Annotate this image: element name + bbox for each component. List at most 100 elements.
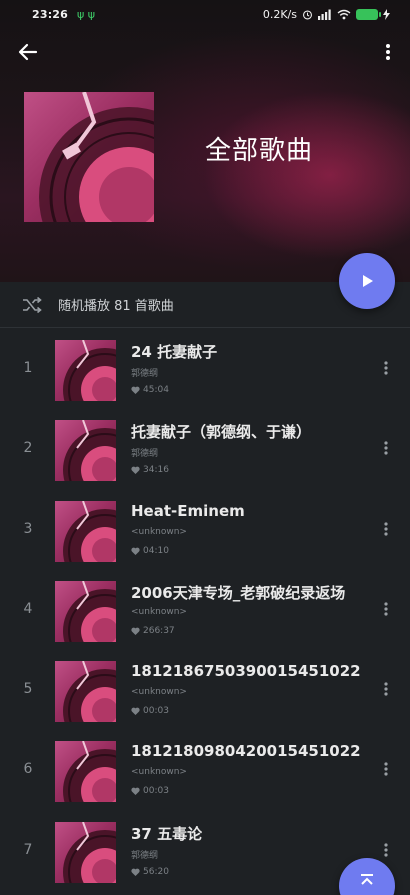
song-row[interactable]: 2 托妻献子（郭德纲、于谦） 郭德纲 34:16 [0,412,410,492]
status-right: 0.2K/s [263,8,390,21]
song-duration: 00:03 [131,706,169,716]
song-more-button[interactable] [377,838,395,862]
song-title: 37 五毒论 [131,824,203,843]
song-title: 181218675039001545102278 [131,662,361,681]
battery-icon [356,8,381,20]
status-bar: 23:26 ψ ψ 0.2K/s [0,0,410,28]
song-title: 24 托妻献子 [131,343,218,361]
album-header: 23:26 ψ ψ 0.2K/s 全部歌曲 [0,0,410,282]
more-vertical-icon [384,521,388,536]
song-more-button[interactable] [377,356,395,380]
turntable-icon [63,500,116,562]
song-more-button[interactable] [377,597,395,621]
song-duration: 00:03 [131,786,169,796]
more-vertical-icon [384,602,388,616]
status-time: 23:26 [32,7,69,21]
shuffle-label: 随机播放 81 首歌曲 [58,299,174,314]
turntable-icon [63,580,116,642]
song-thumbnail [55,821,116,883]
song-artist: <unknown> [131,606,187,617]
song-thumbnail [55,580,116,642]
heart-icon [131,627,140,635]
album-cover [24,92,154,222]
more-options-button[interactable] [376,38,400,66]
heart-icon [131,386,140,394]
more-vertical-icon [386,44,390,60]
more-vertical-icon [384,441,388,455]
song-title: 托妻献子（郭德纲、于谦） [131,423,312,442]
song-thumbnail [55,741,116,803]
song-row[interactable]: 4 2006天津专场_老郭破纪录返场 <unknown> 266:37 [0,573,410,653]
song-more-button[interactable] [377,436,395,460]
song-row[interactable]: 6 181218098042001545102279 <unknown> 00:… [0,733,410,813]
song-duration-text: 56:20 [143,866,169,877]
song-more-button[interactable] [377,517,395,541]
page-title: 全部歌曲 [205,136,314,166]
play-all-button[interactable] [339,253,395,309]
play-icon [363,275,373,287]
turntable-icon [63,821,116,883]
song-duration-text: 04:10 [143,545,169,556]
song-row[interactable]: 3 Heat-Eminem <unknown> 04:10 [0,493,410,573]
song-duration: 266:37 [131,626,175,636]
song-thumbnail [55,500,116,562]
song-duration: 45:04 [131,385,169,395]
song-artist: 郭德纲 [131,369,159,379]
heart-icon [131,788,140,796]
arrow-left-icon [18,43,38,61]
usb-debug-icon: ψ ψ [77,7,96,21]
song-list: 1 24 托妻献子 郭德纲 45:04 2 托妻献子（郭德纲、于谦） 郭德纲 3… [0,332,410,894]
turntable-icon [63,741,116,803]
song-title: Heat-Eminem [131,501,245,520]
song-index: 1 [23,360,33,376]
song-title: 2006天津专场_老郭破纪录返场 [131,583,346,602]
heart-icon [131,868,140,876]
song-more-button[interactable] [377,757,395,781]
song-duration-text: 34:16 [143,465,169,476]
song-thumbnail [55,420,116,482]
song-more-button[interactable] [377,677,395,701]
song-title: 181218098042001545102279 [131,742,361,761]
turntable-icon [63,420,116,482]
song-artist: 郭德纲 [131,449,159,460]
shuffle-icon [23,296,42,313]
turntable-icon [39,92,154,222]
network-speed: 0.2K/s [262,7,297,21]
back-button[interactable] [14,38,42,66]
wifi-icon [337,9,351,19]
song-artist: 郭德纲 [131,850,159,861]
song-artist: <unknown> [131,767,187,778]
song-thumbnail [55,340,116,401]
charging-icon [383,8,390,20]
turntable-icon [63,340,116,401]
signal-icon [318,9,331,20]
more-vertical-icon [384,361,388,375]
heart-icon [131,466,140,475]
song-index: 5 [23,681,33,698]
song-row[interactable]: 5 181218675039001545102278 <unknown> 00:… [0,653,410,733]
song-index: 6 [23,761,33,778]
more-vertical-icon [384,682,388,696]
more-vertical-icon [384,843,388,857]
song-duration-text: 00:03 [143,786,169,797]
song-index: 3 [23,520,33,537]
more-vertical-icon [384,762,388,777]
song-row[interactable]: 1 24 托妻献子 郭德纲 45:04 [0,332,410,412]
turntable-icon [63,661,116,723]
chevron-double-up-icon [361,874,373,885]
heart-icon [131,547,140,555]
alarm-icon [303,9,312,19]
song-index: 4 [23,600,33,617]
song-index: 2 [23,440,33,457]
heart-icon [131,707,140,716]
song-duration: 04:10 [131,546,169,556]
song-duration: 56:20 [131,867,169,877]
song-artist: <unknown> [131,526,187,537]
song-index: 7 [23,841,33,858]
song-duration-text: 266:37 [143,625,175,636]
song-duration: 34:16 [131,465,169,475]
song-duration-text: 00:03 [143,706,169,717]
song-thumbnail [55,661,116,723]
song-duration-text: 45:04 [143,385,169,395]
song-artist: <unknown> [131,687,187,698]
